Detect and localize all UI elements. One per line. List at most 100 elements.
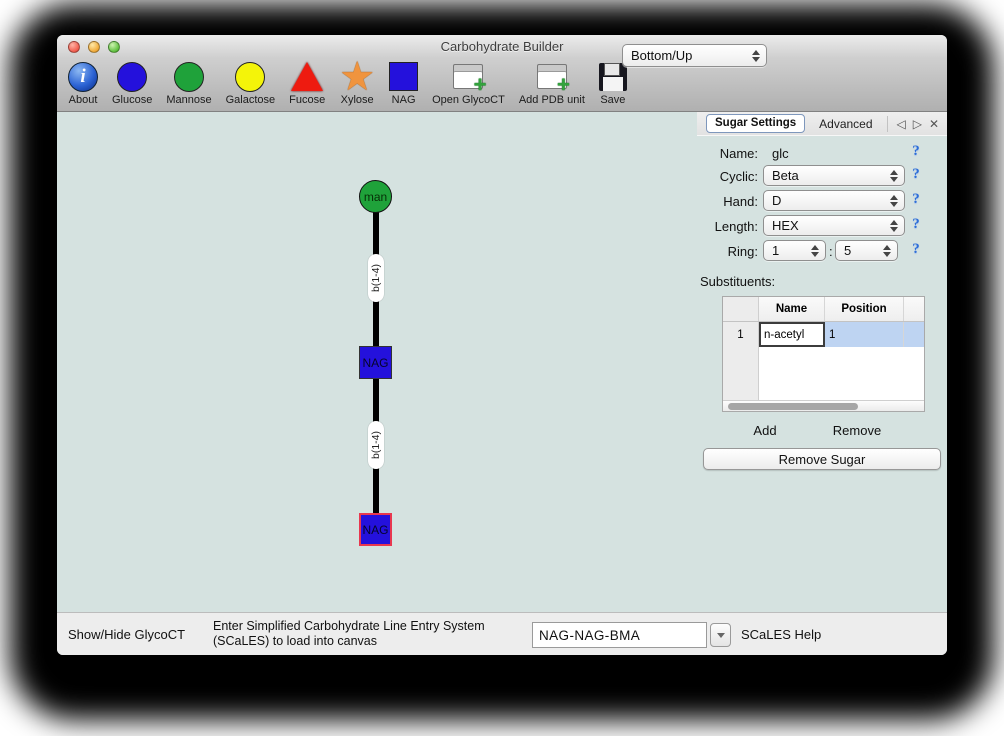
scales-input[interactable] xyxy=(532,622,707,648)
about-button[interactable]: i About xyxy=(61,59,105,106)
toolbar-item-label: Fucose xyxy=(289,94,325,106)
toolbar-item-label: Save xyxy=(600,94,625,106)
xylose-button[interactable]: ★ Xylose xyxy=(332,59,382,106)
linkage-label: b(1-4) xyxy=(368,254,384,302)
window-add-icon: + xyxy=(537,64,567,89)
table-hscrollbar[interactable] xyxy=(723,400,924,411)
length-label: Length: xyxy=(688,219,758,234)
length-select[interactable]: HEX xyxy=(763,215,905,236)
remove-sugar-label: Remove Sugar xyxy=(779,452,866,467)
node-label: NAG xyxy=(362,523,388,537)
stepper-arrows-icon xyxy=(748,50,764,62)
table-header: Name Position xyxy=(723,297,924,322)
red-triangle-icon xyxy=(291,62,323,91)
node-label: NAG xyxy=(362,356,388,370)
toolbar-item-label: Xylose xyxy=(341,94,374,106)
remove-sugar-button[interactable]: Remove Sugar xyxy=(703,448,941,470)
position-column-header: Position xyxy=(825,297,904,321)
main-content: man b(1-4) NAG b(1-4) NAG Sugar Settings… xyxy=(57,112,947,612)
substituent-position-cell[interactable]: 1 xyxy=(825,322,904,347)
direction-select[interactable]: Bottom/Up xyxy=(622,44,767,67)
stepper-arrows-icon xyxy=(807,245,823,257)
sugar-node-man[interactable]: man xyxy=(359,180,392,213)
cyclic-label: Cyclic: xyxy=(688,169,758,184)
blue-square-icon xyxy=(389,62,418,91)
scales-history-dropdown[interactable] xyxy=(710,623,731,647)
substituents-label: Substituents: xyxy=(700,274,775,289)
scales-help-button[interactable]: SCaLES Help xyxy=(741,627,821,642)
substituent-name-cell[interactable]: n-acetyl xyxy=(759,322,825,347)
help-icon[interactable]: ? xyxy=(908,166,924,183)
window-add-icon: + xyxy=(453,64,483,89)
add-pdb-unit-button[interactable]: + Add PDB unit xyxy=(512,59,592,106)
tab-advanced[interactable]: Advanced xyxy=(815,115,876,133)
length-select-value: HEX xyxy=(764,218,886,233)
toolbar-item-label: Mannose xyxy=(166,94,211,106)
cyclic-select[interactable]: Beta xyxy=(763,165,905,186)
name-value: glc xyxy=(772,146,789,161)
help-icon[interactable]: ? xyxy=(908,241,924,258)
tab-back-icon[interactable]: ◁ xyxy=(896,117,905,131)
yellow-circle-icon xyxy=(235,62,265,92)
row-number-header xyxy=(723,297,759,321)
stepper-arrows-icon xyxy=(886,170,902,182)
toolbar-item-label: About xyxy=(69,94,98,106)
name-column-header: Name xyxy=(759,297,825,321)
substituents-table[interactable]: Name Position 1 n-acetyl 1 xyxy=(722,296,925,412)
open-glycoct-button[interactable]: + Open GlycoCT xyxy=(425,59,512,106)
help-icon[interactable]: ? xyxy=(908,191,924,208)
orange-star-icon: ★ xyxy=(339,62,375,92)
ring-start-stepper[interactable]: 1 xyxy=(763,240,826,261)
sugar-node-nag-2-selected[interactable]: NAG xyxy=(359,513,392,546)
tab-sugar-settings[interactable]: Sugar Settings xyxy=(706,114,805,133)
help-icon[interactable]: ? xyxy=(908,216,924,233)
blue-circle-icon xyxy=(117,62,147,92)
glucose-button[interactable]: Glucose xyxy=(105,59,159,106)
linkage-label: b(1-4) xyxy=(368,421,384,469)
ring-end-value: 5 xyxy=(836,243,879,258)
table-row[interactable]: 1 n-acetyl 1 xyxy=(723,322,924,347)
remove-substituent-button[interactable]: Remove xyxy=(827,423,887,438)
show-hide-glycoct-button[interactable]: Show/Hide GlycoCT xyxy=(68,627,185,642)
nag-button[interactable]: NAG xyxy=(382,59,425,106)
hand-select[interactable]: D xyxy=(763,190,905,211)
ring-separator: : xyxy=(829,244,833,259)
panel-tabbar: Sugar Settings Advanced ◁ ▷ ✕ xyxy=(697,112,947,136)
toolbar-item-label: Add PDB unit xyxy=(519,94,585,106)
floppy-disk-icon xyxy=(599,63,627,91)
fucose-button[interactable]: Fucose xyxy=(282,59,332,106)
row-index: 1 xyxy=(723,322,759,347)
scrollbar-thumb[interactable] xyxy=(728,403,858,410)
ring-end-stepper[interactable]: 5 xyxy=(835,240,898,261)
sugar-node-nag-1[interactable]: NAG xyxy=(359,346,392,379)
toolbar-item-label: Galactose xyxy=(226,94,276,106)
row-number-gutter xyxy=(723,347,759,400)
scales-prompt-label: Enter Simplified Carbohydrate Line Entry… xyxy=(213,619,538,649)
info-sphere-icon: i xyxy=(68,62,98,92)
ring-label: Ring: xyxy=(688,244,758,259)
add-substituent-button[interactable]: Add xyxy=(745,423,785,438)
extra-column-header xyxy=(904,297,924,321)
linkage-text: b(1-4) xyxy=(370,431,382,459)
mannose-button[interactable]: Mannose xyxy=(159,59,218,106)
toolbar-item-label: NAG xyxy=(392,94,416,106)
panel-close-icon[interactable]: ✕ xyxy=(929,117,939,131)
window-title: Carbohydrate Builder xyxy=(57,39,947,54)
hand-select-value: D xyxy=(764,193,886,208)
window-chrome: Carbohydrate Builder i About Glucose Man… xyxy=(57,35,947,112)
bottom-bar: Show/Hide GlycoCT Enter Simplified Carbo… xyxy=(57,612,947,655)
stepper-arrows-icon xyxy=(886,220,902,232)
caret-down-icon xyxy=(717,633,725,638)
toolbar-item-label: Open GlycoCT xyxy=(432,94,505,106)
tab-separator xyxy=(887,116,888,132)
galactose-button[interactable]: Galactose xyxy=(219,59,283,106)
row-filler-cell xyxy=(904,322,924,347)
linkage-text: b(1-4) xyxy=(370,264,382,292)
hand-label: Hand: xyxy=(688,194,758,209)
tab-forward-icon[interactable]: ▷ xyxy=(913,117,922,131)
table-empty-area xyxy=(723,347,924,400)
cyclic-select-value: Beta xyxy=(764,168,886,183)
help-icon[interactable]: ? xyxy=(908,143,924,160)
node-label: man xyxy=(364,190,387,204)
name-label: Name: xyxy=(688,146,758,161)
